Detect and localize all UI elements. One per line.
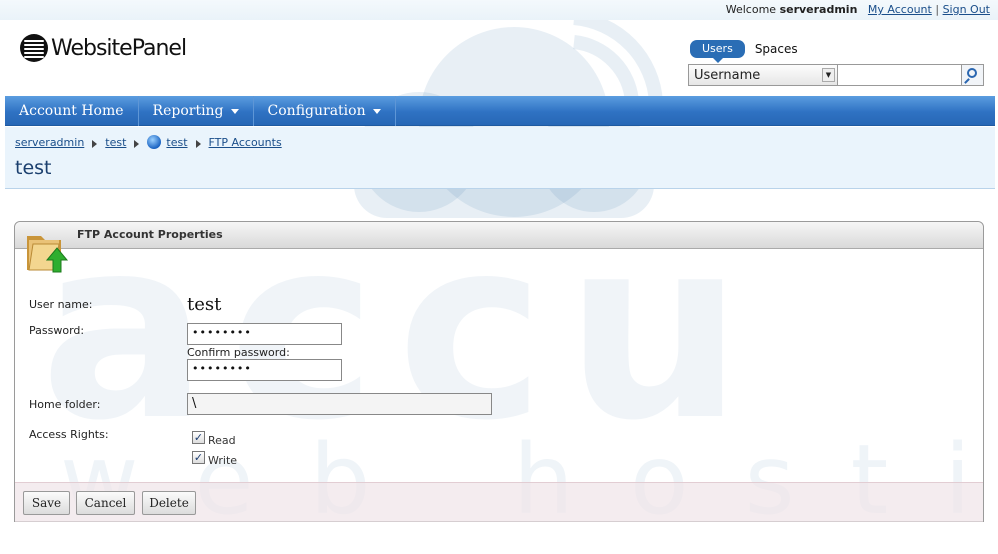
delete-button[interactable]: Delete xyxy=(142,491,196,515)
username-label: User name: xyxy=(29,298,93,311)
breadcrumb-ftp-accounts[interactable]: FTP Accounts xyxy=(209,136,282,149)
caret-down-icon xyxy=(372,108,381,114)
search-input[interactable] xyxy=(838,64,962,86)
breadcrumb-arrow-icon xyxy=(92,139,98,148)
read-checkbox-label: Read xyxy=(208,434,236,447)
search-bar: Username ▼ xyxy=(688,64,984,86)
my-account-link[interactable]: My Account xyxy=(868,3,932,16)
tab-users[interactable]: Users xyxy=(690,40,745,63)
nav-reporting[interactable]: Reporting xyxy=(139,96,254,126)
confirm-password-label: Confirm password: xyxy=(187,346,290,359)
search-field-value: Username xyxy=(694,68,761,83)
search-icon xyxy=(967,68,977,78)
read-checkbox[interactable]: ✓ xyxy=(192,431,205,444)
main-nav: Account Home Reporting Configuration xyxy=(5,96,995,126)
folder-upload-icon xyxy=(27,236,69,273)
write-checkbox[interactable]: ✓ xyxy=(192,451,205,464)
confirm-password-field[interactable]: •••••••• xyxy=(187,359,342,381)
breadcrumb-user[interactable]: serveradmin xyxy=(15,136,84,149)
username-value: test xyxy=(187,294,222,315)
current-username: serveradmin xyxy=(779,3,858,16)
cancel-button[interactable]: Cancel xyxy=(76,491,135,515)
link-separator: | xyxy=(935,3,940,16)
logo-text: WebsitePanel xyxy=(51,35,187,61)
breadcrumb: serveradmin test test FTP Accounts xyxy=(15,135,282,149)
button-bar: Save Cancel Delete xyxy=(15,482,983,522)
page-title: test xyxy=(15,157,52,179)
access-rights-label: Access Rights: xyxy=(29,428,109,441)
nav-configuration[interactable]: Configuration xyxy=(254,96,396,126)
search-scope-tabs: Users Spaces xyxy=(690,40,798,63)
globe-icon xyxy=(147,135,162,149)
save-button[interactable]: Save xyxy=(23,491,70,515)
home-folder-field[interactable]: \ xyxy=(187,393,492,415)
chevron-down-icon: ▼ xyxy=(822,68,835,82)
welcome-label: Welcome xyxy=(725,3,777,16)
nav-account-home[interactable]: Account Home xyxy=(5,96,139,126)
ftp-account-panel: FTP Account Properties User name: test P… xyxy=(14,221,984,522)
tab-spaces[interactable]: Spaces xyxy=(755,42,798,56)
panel-title: FTP Account Properties xyxy=(77,228,223,241)
app-logo[interactable]: WebsitePanel xyxy=(20,34,187,62)
welcome-bar: Welcome serveradmin My Account | Sign Ou… xyxy=(726,3,990,16)
sign-out-link[interactable]: Sign Out xyxy=(943,3,990,16)
search-field-select[interactable]: Username ▼ xyxy=(688,64,838,86)
breadcrumb-area: serveradmin test test FTP Accounts test xyxy=(5,127,995,189)
password-label: Password: xyxy=(29,324,85,337)
top-bar: Welcome serveradmin My Account | Sign Ou… xyxy=(0,0,998,20)
breadcrumb-space[interactable]: test xyxy=(166,136,187,149)
write-checkbox-label: Write xyxy=(208,454,238,467)
breadcrumb-arrow-icon xyxy=(195,139,201,148)
caret-down-icon xyxy=(230,108,239,114)
password-field[interactable]: •••••••• xyxy=(187,323,342,345)
home-folder-label: Home folder: xyxy=(29,398,101,411)
breadcrumb-arrow-icon xyxy=(134,139,140,148)
logo-globe-icon xyxy=(20,34,48,62)
breadcrumb-customer[interactable]: test xyxy=(105,136,126,149)
search-button[interactable] xyxy=(962,64,984,86)
